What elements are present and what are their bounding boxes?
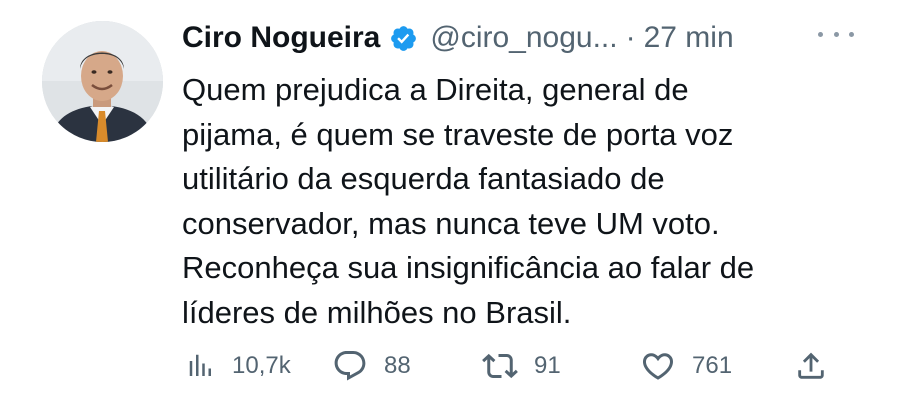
retweet-button[interactable]: 91 xyxy=(482,344,561,388)
avatar[interactable] xyxy=(42,21,163,142)
share-button[interactable] xyxy=(794,344,828,388)
views-icon xyxy=(189,354,211,376)
tweet-text-line: Quem prejudica a Direita, general de xyxy=(182,72,689,107)
author-name[interactable]: Ciro Nogueira xyxy=(182,21,380,55)
like-button[interactable]: 761 xyxy=(640,344,732,388)
verified-badge-icon xyxy=(389,24,418,53)
tweet-text-line: utilitário da esquerda fantasiado de xyxy=(182,161,665,196)
tweet-text-line: líderes de milhões no Brasil. xyxy=(182,294,572,330)
tweet-card: Ciro Nogueira @ciro_nogu... · 27 min Que… xyxy=(0,0,900,409)
avatar-photo xyxy=(42,21,163,142)
like-count: 761 xyxy=(692,352,733,379)
retweet-count: 91 xyxy=(534,352,561,379)
retweet-icon xyxy=(482,353,518,379)
views-count: 10,7k xyxy=(232,352,291,379)
views-button[interactable]: 10,7k xyxy=(186,344,291,388)
tweet-text-line: conservador, mas nunca teve UM voto. xyxy=(182,205,720,241)
tweet-text: Quem prejudica a Direita, general de pij… xyxy=(182,68,882,335)
separator-dot: · xyxy=(625,21,636,54)
tweet-text-line: pijama, é quem se traveste de porta voz xyxy=(182,116,734,152)
reply-count: 88 xyxy=(384,352,411,379)
tweet-text-line: Reconheça sua insignificância ao falar d… xyxy=(182,250,755,285)
reply-button[interactable]: 88 xyxy=(332,344,411,388)
heart-icon xyxy=(642,353,674,380)
tweet-header: Ciro Nogueira @ciro_nogu... · 27 min xyxy=(182,14,734,62)
share-icon xyxy=(798,352,824,379)
more-options-icon[interactable] xyxy=(818,24,854,44)
tweet-actions: 10,7k 88 91 761 xyxy=(182,344,842,388)
author-handle[interactable]: @ciro_nogu... xyxy=(430,21,617,55)
tweet-timestamp[interactable]: 27 min xyxy=(644,21,734,55)
reply-icon xyxy=(334,351,366,381)
